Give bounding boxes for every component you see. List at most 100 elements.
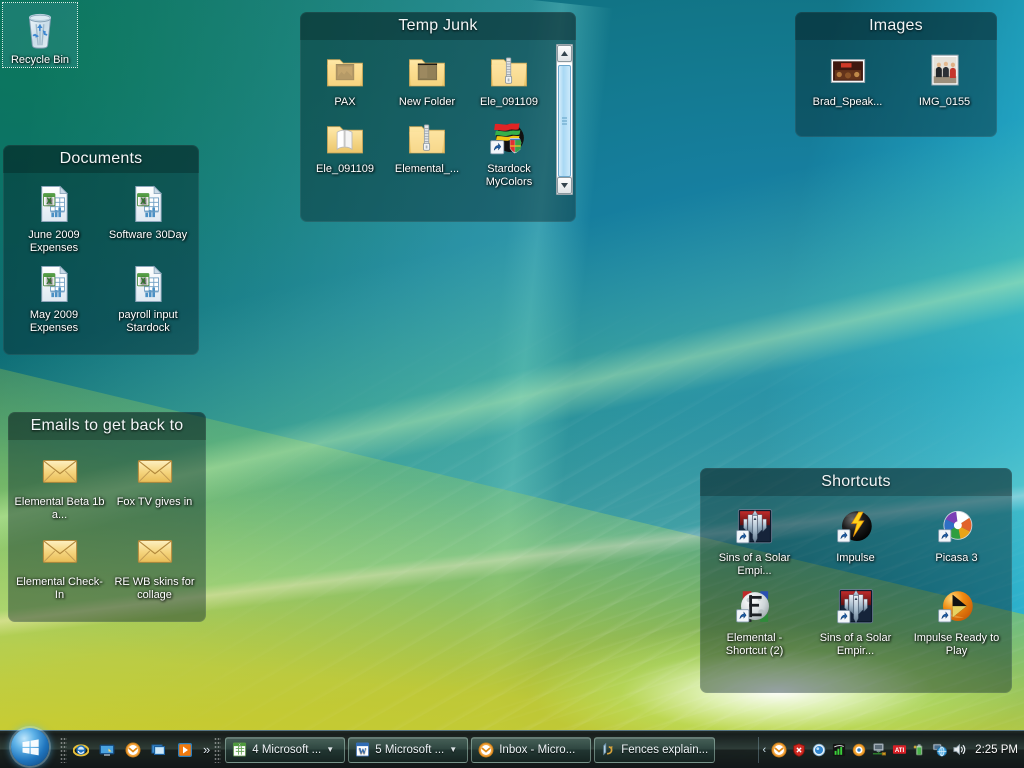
tray-security-alert-icon[interactable] xyxy=(791,742,807,758)
fence-item-label: Brad_Speak... xyxy=(812,96,883,108)
tray-network-monitor-icon[interactable] xyxy=(871,742,887,758)
fence-item[interactable]: RE WB skins for collage xyxy=(107,526,202,602)
taskbar-grip[interactable] xyxy=(214,736,222,763)
fence-item[interactable]: Picasa 3 xyxy=(906,502,1007,578)
fence-item[interactable]: X payroll input Stardock xyxy=(101,259,195,335)
fence-item[interactable]: Elemental Beta 1b a... xyxy=(12,446,107,522)
taskbar[interactable]: » X 4 Microsoft ... ▼ W 5 Microsoft ... ▼ … xyxy=(0,727,1024,768)
chevron-down-icon[interactable]: ▼ xyxy=(326,745,334,754)
fence-item[interactable]: Brad_Speak... xyxy=(799,46,896,109)
tray-orange-circle-icon[interactable] xyxy=(851,742,867,758)
tray-signal-bars-icon[interactable] xyxy=(831,742,847,758)
fence-title-documents[interactable]: Documents xyxy=(3,145,199,173)
fence-item-label: payroll input Stardock xyxy=(118,309,178,334)
fence-item[interactable]: Elemental Check-In xyxy=(12,526,107,602)
excel-file-icon: X xyxy=(101,179,195,229)
fence-item[interactable]: X Software 30Day xyxy=(101,179,195,255)
chevron-down-icon[interactable]: ▼ xyxy=(449,745,457,754)
scroll-up-button[interactable] xyxy=(557,45,572,62)
scrollbar-track[interactable] xyxy=(557,63,572,177)
fence-body-emails: Elemental Beta 1b a... Fox TV gives in E… xyxy=(8,440,206,612)
taskbar-button[interactable]: Fences explain... xyxy=(594,736,716,763)
tray-ati-catalyst-icon[interactable]: ATI xyxy=(891,742,907,758)
quicklaunch-outlook-icon[interactable] xyxy=(122,739,144,761)
fence-documents[interactable]: Documents X June 2009 Expenses X Softwar… xyxy=(3,145,199,355)
taskbar-button[interactable]: Inbox - Micro... xyxy=(471,736,592,763)
fence-body-documents: X June 2009 Expenses X Software 30Day X … xyxy=(3,173,199,345)
fences-icon xyxy=(601,742,616,757)
quicklaunch-internet-explorer-icon[interactable] xyxy=(70,739,92,761)
folder-zip-icon xyxy=(386,113,468,163)
quicklaunch-show-desktop-icon[interactable] xyxy=(96,739,118,761)
scrollbar-thumb[interactable] xyxy=(558,65,571,177)
taskbar-button[interactable]: W 5 Microsoft ... ▼ xyxy=(348,736,469,763)
fence-item-label: Stardock MyColors xyxy=(485,163,533,188)
scroll-down-button[interactable] xyxy=(557,177,572,194)
fence-item-label: Picasa 3 xyxy=(935,552,978,564)
fence-item[interactable]: Fox TV gives in xyxy=(107,446,202,522)
fence-item[interactable]: Impulse Ready to Play xyxy=(906,582,1007,658)
tray-network-icon[interactable] xyxy=(931,742,947,758)
fence-item-label: Impulse Ready to Play xyxy=(913,632,1000,657)
taskbar-button[interactable]: X 4 Microsoft ... ▼ xyxy=(225,736,346,763)
fence-title-shortcuts[interactable]: Shortcuts xyxy=(700,468,1012,496)
fence-item-label: RE WB skins for collage xyxy=(114,576,195,601)
sins-of-solar-empire-icon xyxy=(704,502,805,552)
excel-file-icon: X xyxy=(7,179,101,229)
quicklaunch-overflow-button[interactable]: » xyxy=(199,742,214,757)
fence-item[interactable]: IMG_0155 xyxy=(896,46,993,109)
taskbar-clock[interactable]: 2:25 PM xyxy=(971,744,1018,756)
word-icon: W xyxy=(355,742,370,757)
quick-launch-bar[interactable] xyxy=(67,739,199,761)
fence-title-temp-junk[interactable]: Temp Junk xyxy=(300,12,576,40)
desktop[interactable]: Recycle Bin Documents X June 2009 Expens… xyxy=(0,0,1024,768)
fence-item-label: Elemental_... xyxy=(394,163,460,175)
fence-item[interactable]: PAX xyxy=(304,46,386,109)
fence-emails[interactable]: Emails to get back to Elemental Beta 1b … xyxy=(8,412,206,622)
excel-file-icon: X xyxy=(101,259,195,309)
impulse-icon xyxy=(805,502,906,552)
fence-item[interactable]: Impulse xyxy=(805,502,906,578)
quicklaunch-flip3d-icon[interactable] xyxy=(148,739,170,761)
fence-item[interactable]: X May 2009 Expenses xyxy=(7,259,101,335)
photo-thumb-dark-icon xyxy=(799,46,896,96)
recycle-bin-icon xyxy=(3,3,77,51)
fence-title-emails[interactable]: Emails to get back to xyxy=(8,412,206,440)
desktop-icon-recycle-bin[interactable]: Recycle Bin xyxy=(2,2,78,68)
quicklaunch-grip[interactable] xyxy=(60,736,67,763)
fence-item[interactable]: Ele_091109 xyxy=(304,113,386,189)
fence-item[interactable]: New Folder xyxy=(386,46,468,109)
fence-scrollbar[interactable] xyxy=(556,44,573,195)
fence-item[interactable]: Sins of a Solar Empir... xyxy=(805,582,906,658)
system-tray[interactable]: ‹ ATI 2:25 PM xyxy=(757,736,1024,763)
envelope-icon xyxy=(12,526,107,576)
folder-photo-icon xyxy=(304,46,386,96)
tray-outlook-tray-icon[interactable] xyxy=(771,742,787,758)
excel-icon: X xyxy=(232,742,247,757)
svg-text:ATI: ATI xyxy=(895,747,905,754)
quicklaunch-media-player-icon[interactable] xyxy=(174,739,196,761)
tray-blue-orb-tray-icon[interactable] xyxy=(811,742,827,758)
task-button-list: X 4 Microsoft ... ▼ W 5 Microsoft ... ▼ In… xyxy=(221,736,757,763)
tray-battery-icon[interactable] xyxy=(911,742,927,758)
fence-item[interactable]: X June 2009 Expenses xyxy=(7,179,101,255)
tray-expand-button[interactable]: ‹ xyxy=(763,744,768,756)
fence-item[interactable]: Ele_091109 xyxy=(468,46,550,109)
fence-title-images[interactable]: Images xyxy=(795,12,997,40)
folder-dark-icon xyxy=(386,46,468,96)
fence-images[interactable]: Images Brad_Speak... IMG_0155 xyxy=(795,12,997,137)
svg-text:W: W xyxy=(359,746,367,755)
start-button[interactable] xyxy=(4,727,56,767)
fence-item[interactable]: Stardock MyColors xyxy=(468,113,550,189)
fence-item[interactable]: Elemental - Shortcut (2) xyxy=(704,582,805,658)
fence-temp-junk[interactable]: Temp Junk PAX New Folder Ele_091109 Ele_… xyxy=(300,12,576,222)
fence-item-label: Ele_091109 xyxy=(316,163,374,175)
fence-item-label: Ele_091109 xyxy=(480,96,538,108)
envelope-icon xyxy=(107,526,202,576)
fence-shortcuts[interactable]: Shortcuts Sins of a Solar Empi... Impuls… xyxy=(700,468,1012,693)
fence-item[interactable]: Elemental_... xyxy=(386,113,468,189)
fence-item[interactable]: Sins of a Solar Empi... xyxy=(704,502,805,578)
fence-item-label: New Folder xyxy=(398,96,456,108)
fence-item-label: Fox TV gives in xyxy=(116,496,193,508)
tray-volume-icon[interactable] xyxy=(951,742,967,758)
